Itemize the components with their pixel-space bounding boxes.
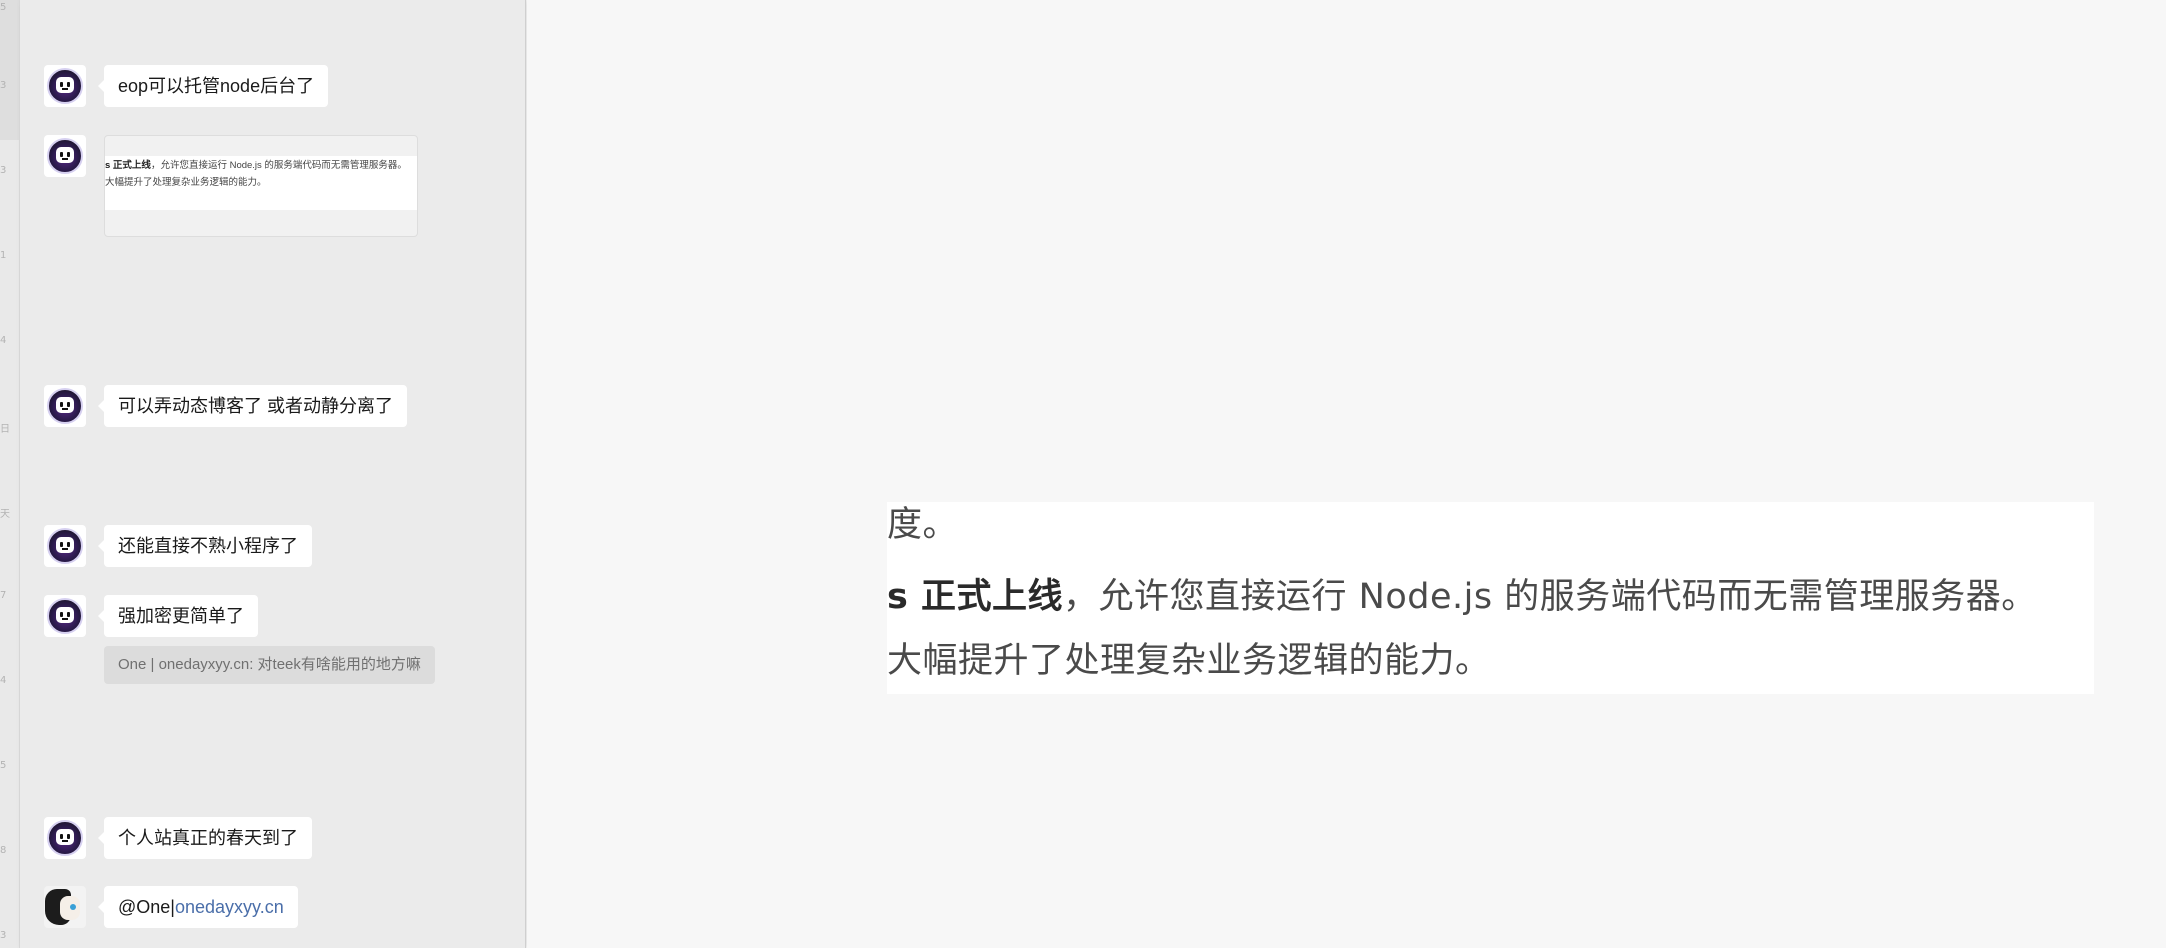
enlarged-image[interactable]: 度。 s 正式上线，允许您直接运行 Node.js 的服务端代码而无需管理服务器… [887, 502, 2094, 694]
mention-link[interactable]: onedayxyy.cn [175, 897, 284, 917]
image-text-line: 大幅提升了处理复杂业务逻辑的能力。 [887, 641, 1491, 681]
thumb-line: ，允许您直接运行 Node.js 的服务端代码而无需管理服务器。 [150, 160, 407, 171]
strip-mark: 1 [0, 250, 7, 261]
message-bubble[interactable]: 还能直接不熟小程序了 [98, 525, 312, 567]
chat-panel[interactable]: eop可以托管node后台了 度。 s 正式上线，允许您直接运行 Node.js… [20, 0, 526, 948]
strip-mark: 3 [0, 165, 7, 176]
strip-highlight [0, 0, 19, 140]
thumb-line: 大幅提升了处理复杂业务逻辑的能力。 [105, 177, 267, 188]
image-viewer[interactable]: 度。 s 正式上线，允许您直接运行 Node.js 的服务端代码而无需管理服务器… [527, 0, 2166, 948]
strip-mark: 日 [0, 424, 10, 435]
image-message-thumbnail[interactable]: 度。 s 正式上线，允许您直接运行 Node.js 的服务端代码而无需管理服务器… [104, 135, 418, 237]
strip-mark: 4 [0, 335, 7, 346]
strip-mark: 4 [0, 675, 7, 686]
strip-mark: 天 [0, 509, 10, 520]
message-bubble[interactable]: 个人站真正的春天到了 [98, 817, 312, 859]
bot-avatar[interactable] [44, 817, 86, 859]
strip-mark: 3 [0, 930, 7, 941]
image-text-line: 度。 [887, 505, 959, 545]
left-edge-strip: 5 3 3 1 4 日 天 7 4 5 8 3 [0, 0, 20, 948]
strip-mark: 5 [0, 2, 7, 13]
image-text-bold: s 正式上线 [887, 577, 1064, 617]
message-bubble[interactable]: eop可以托管node后台了 [97, 65, 329, 107]
message-bubble[interactable]: 强加密更简单了 [98, 595, 258, 637]
bot-avatar[interactable] [44, 595, 86, 637]
strip-mark: 5 [0, 760, 7, 771]
thumb-line-bold: s 正式上线 [105, 160, 151, 171]
bot-avatar[interactable] [44, 65, 86, 107]
mention-prefix: @One| [118, 897, 175, 917]
bot-avatar[interactable] [44, 385, 86, 427]
strip-mark: 8 [0, 845, 7, 856]
bot-avatar[interactable] [44, 525, 86, 567]
message-bubble[interactable]: 可以弄动态博客了 或者动静分离了 [98, 385, 407, 427]
image-text-line: s 正式上线，允许您直接运行 Node.js 的服务端代码而无需管理服务器。 [887, 568, 2037, 619]
mention-bubble[interactable]: @One|onedayxyy.cn [98, 886, 298, 928]
bot-avatar[interactable] [44, 135, 86, 177]
strip-mark: 3 [0, 80, 7, 91]
user-avatar[interactable] [44, 886, 86, 928]
image-text-rest: ，允许您直接运行 Node.js 的服务端代码而无需管理服务器。 [1063, 577, 2037, 617]
strip-mark: 7 [0, 590, 7, 601]
quote-bubble[interactable]: One | onedayxyy.cn: 对teek有啥能用的地方嘛 [104, 646, 435, 684]
